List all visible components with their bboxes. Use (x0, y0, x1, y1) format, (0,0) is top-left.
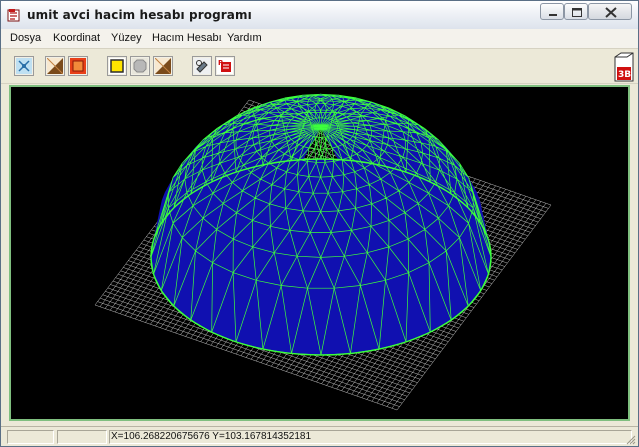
octagon-icon (132, 58, 148, 74)
menu-dosya[interactable]: Dosya (10, 32, 41, 44)
menu-koordinat[interactable]: Koordinat (53, 32, 100, 44)
dome-surface (150, 93, 492, 356)
svg-text:R: R (218, 59, 224, 67)
surface-2-icon (155, 58, 171, 74)
fill-red-icon (70, 58, 86, 74)
surface-button[interactable] (45, 56, 65, 76)
drawing-canvas[interactable] (9, 85, 630, 421)
status-panel-1 (7, 430, 54, 444)
menu-yuzey[interactable]: Yüzey (111, 32, 142, 44)
coordinates-readout: X=106.268220675676 Y=103.167814352181 (111, 431, 312, 442)
status-panel-2 (57, 430, 107, 444)
surface-icon (47, 58, 63, 74)
points-button[interactable] (14, 56, 34, 76)
surface-3d-view[interactable] (11, 87, 628, 419)
menu-bar: Dosya Koordinat Yüzey Hacım Hesabı Yardı… (1, 29, 638, 49)
tools-button[interactable] (192, 56, 212, 76)
maximize-icon (572, 8, 582, 17)
status-bar: X=106.268220675676 Y=103.167814352181 (1, 426, 638, 446)
ruler-button[interactable]: R (215, 56, 235, 76)
ruler-red-icon: R (217, 58, 233, 74)
octagon-button[interactable] (130, 56, 150, 76)
surface-2-button[interactable] (153, 56, 173, 76)
yellow-box-icon (109, 58, 125, 74)
close-button[interactable] (588, 3, 632, 20)
main-window: umit avci hacim hesabı programı Dosya Ko… (0, 0, 639, 447)
title-bar[interactable]: umit avci hacim hesabı programı (1, 1, 638, 30)
xyz-points-icon (16, 58, 32, 74)
yellow-box-button[interactable] (107, 56, 127, 76)
maximize-button[interactable] (564, 3, 588, 20)
tools-icon (194, 58, 210, 74)
fill-button[interactable] (68, 56, 88, 76)
resize-grip-icon[interactable] (624, 433, 636, 445)
view-3d-button[interactable]: 3B (613, 52, 635, 84)
minimize-button[interactable] (540, 3, 564, 20)
view-3d-label: 3B (618, 70, 631, 80)
menu-hacim-hesabi[interactable]: Hacım Hesabı (152, 32, 222, 44)
minimize-icon (549, 14, 557, 16)
toolbar: R 3B (1, 49, 638, 84)
menu-yardim[interactable]: Yardım (227, 32, 262, 44)
close-icon (605, 7, 617, 18)
app-icon (7, 9, 20, 22)
window-title: umit avci hacim hesabı programı (27, 8, 252, 22)
